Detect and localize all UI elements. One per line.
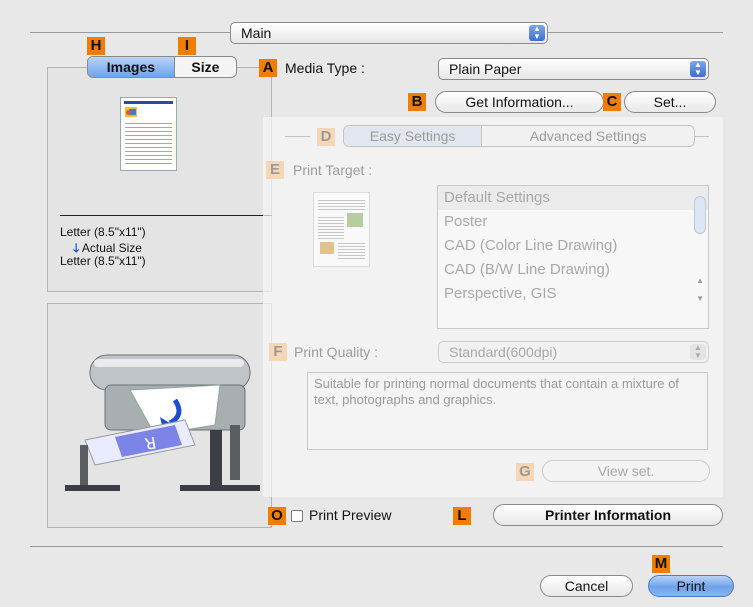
tab-easy-settings[interactable]: Easy Settings — [344, 126, 483, 146]
input-size-text: Letter (8.5"x11") — [60, 225, 146, 239]
list-item[interactable]: CAD (Color Line Drawing) — [438, 234, 708, 258]
main-popup-label: Main — [241, 25, 272, 41]
popup-arrows-icon: ▲ ▼ — [529, 25, 545, 41]
preview-tabs: Images Size — [87, 56, 237, 78]
list-item[interactable]: CAD (B/W Line Drawing) — [438, 258, 708, 282]
list-item[interactable]: Poster — [438, 210, 708, 234]
media-type-value: Plain Paper — [449, 61, 522, 77]
top-separator-left — [30, 32, 230, 33]
tab-size[interactable]: Size — [175, 57, 236, 77]
print-quality-value: Standard(600dpi) — [449, 344, 558, 360]
callout-l: L — [453, 507, 471, 525]
main-popup[interactable]: Main ▲ ▼ — [230, 22, 548, 44]
view-set-button[interactable]: View set. — [542, 460, 710, 482]
print-target-list[interactable]: Default Settings Poster CAD (Color Line … — [437, 185, 709, 329]
popup-arrows-icon: ▲ ▼ — [690, 61, 706, 77]
callout-g: G — [516, 463, 534, 481]
list-item[interactable]: Perspective, GIS — [438, 282, 708, 306]
settings-tabs: Easy Settings Advanced Settings — [343, 125, 695, 147]
cancel-button[interactable]: Cancel — [540, 575, 633, 597]
printer-information-button[interactable]: Printer Information — [493, 504, 723, 526]
print-target-label: Print Target : — [293, 162, 373, 178]
popup-arrows-icon: ▲ ▼ — [690, 344, 706, 360]
tab-advanced-settings[interactable]: Advanced Settings — [482, 126, 694, 146]
callout-m: M — [652, 555, 670, 573]
tab-images[interactable]: Images — [88, 57, 175, 77]
print-preview-checkbox[interactable] — [291, 510, 303, 522]
media-type-label: Media Type : — [285, 60, 365, 76]
printer-illustration: R — [65, 354, 260, 491]
set-button[interactable]: Set... — [624, 91, 716, 113]
callout-e: E — [266, 161, 284, 179]
arrow-down-icon: 🡓 — [73, 241, 80, 255]
get-information-button[interactable]: Get Information... — [435, 91, 604, 113]
callout-d: D — [317, 128, 335, 146]
callout-i: I — [178, 37, 196, 55]
print-quality-popup[interactable]: Standard(600dpi) ▲ ▼ — [438, 341, 709, 363]
print-button[interactable]: Print — [648, 575, 734, 597]
print-quality-description: Suitable for printing normal documents t… — [307, 372, 708, 450]
output-size-text: Letter (8.5"x11") — [60, 254, 146, 268]
top-separator-right — [548, 32, 723, 33]
callout-a: A — [259, 59, 277, 77]
print-quality-label: Print Quality : — [294, 344, 379, 360]
scaling-text: Actual Size — [81, 241, 142, 255]
settings-line-right — [694, 136, 709, 137]
callout-o: O — [268, 507, 286, 525]
bottom-separator — [30, 546, 723, 547]
settings-line-left — [285, 136, 310, 137]
page-thumbnail — [120, 97, 177, 171]
size-separator — [60, 215, 272, 216]
callout-f: F — [269, 343, 287, 361]
media-type-popup[interactable]: Plain Paper ▲ ▼ — [438, 58, 709, 80]
target-thumbnail — [313, 192, 370, 267]
callout-b: B — [408, 93, 426, 111]
print-preview-label: Print Preview — [309, 507, 392, 523]
callout-h: H — [87, 37, 105, 55]
list-item[interactable]: Default Settings — [438, 186, 708, 210]
scroll-arrows-icon[interactable]: ▲ ▼ — [696, 276, 704, 303]
list-scrollbar-thumb[interactable] — [694, 196, 706, 234]
callout-c: C — [603, 93, 621, 111]
